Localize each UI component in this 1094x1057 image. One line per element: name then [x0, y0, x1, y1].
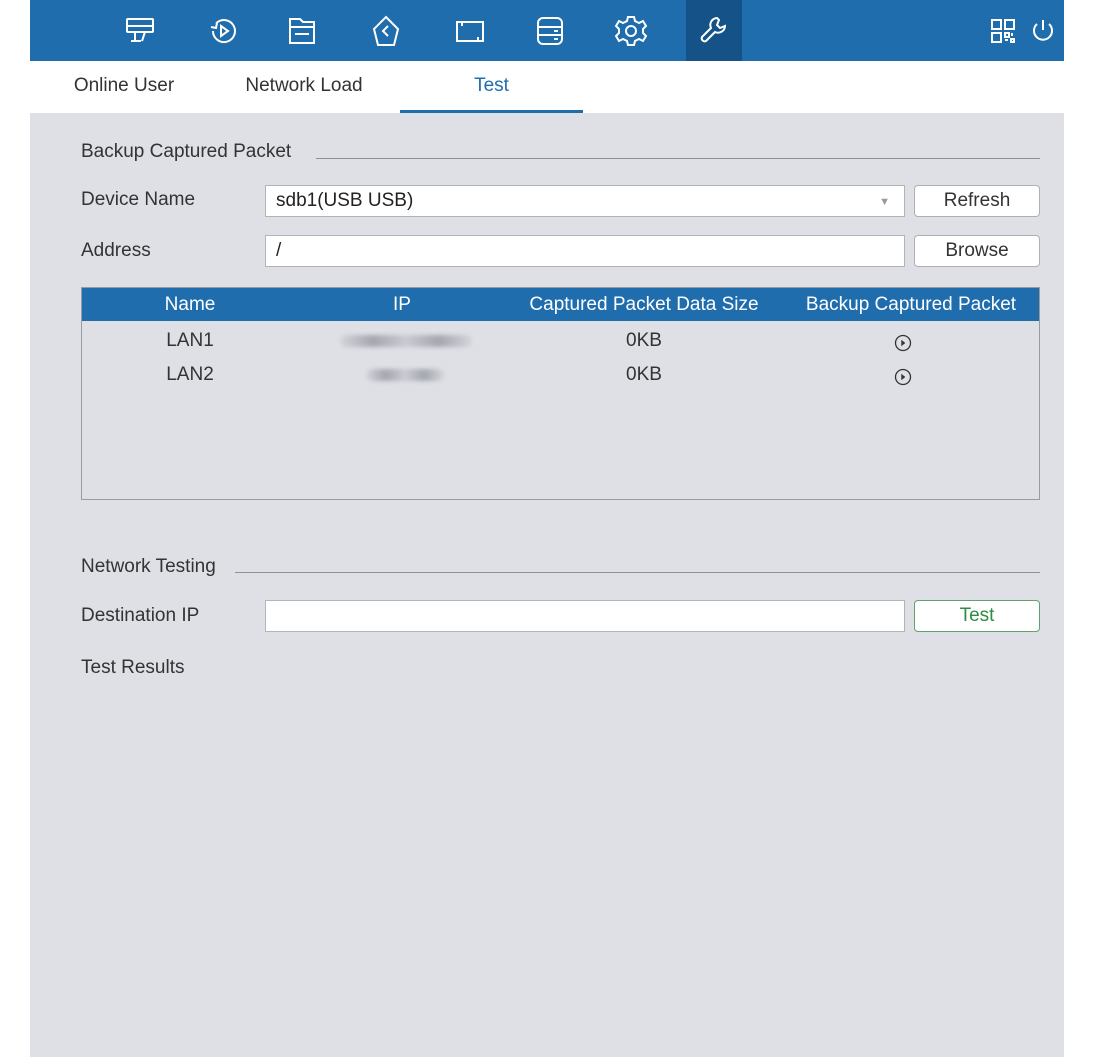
browse-button[interactable]: Browse — [914, 235, 1040, 267]
destination-ip-label: Destination IP — [81, 605, 200, 626]
live-view-icon[interactable] — [112, 0, 168, 61]
playback-icon[interactable] — [196, 0, 252, 61]
backup-play-icon[interactable] — [894, 368, 912, 386]
test-results-label: Test Results — [81, 657, 185, 678]
header-backup: Backup Captured Packet — [805, 294, 1017, 315]
settings-icon[interactable] — [603, 0, 659, 61]
backup-play-icon[interactable] — [894, 334, 912, 352]
header-data-size: Captured Packet Data Size — [529, 294, 759, 315]
ip-address-redacted — [340, 335, 472, 347]
power-icon[interactable] — [1015, 0, 1071, 61]
address-value: / — [276, 240, 282, 261]
row-data-size: 0KB — [626, 364, 662, 385]
refresh-button[interactable]: Refresh — [914, 185, 1040, 217]
file-icon[interactable] — [274, 0, 330, 61]
header-ip: IP — [393, 294, 411, 315]
top-navigation-bar — [30, 0, 1064, 61]
maintenance-icon[interactable] — [686, 0, 742, 61]
ip-address-redacted — [366, 369, 444, 381]
captured-packet-table: Name IP Captured Packet Data Size Backup… — [81, 287, 1040, 500]
row-name: LAN2 — [166, 364, 214, 385]
smart-icon[interactable] — [358, 0, 414, 61]
backup-section-title: Backup Captured Packet — [81, 141, 292, 162]
dropdown-arrow-icon: ▼ — [879, 196, 890, 208]
content-panel: Backup Captured Packet Device Name sdb1(… — [30, 113, 1064, 1057]
section-divider — [235, 572, 1040, 573]
address-field[interactable]: / — [265, 235, 905, 267]
address-label: Address — [81, 240, 151, 261]
row-data-size: 0KB — [626, 330, 662, 351]
header-name: Name — [164, 294, 216, 315]
device-name-label: Device Name — [81, 189, 196, 210]
storage-icon[interactable] — [522, 0, 578, 61]
network-testing-title: Network Testing — [81, 556, 216, 577]
device-name-dropdown[interactable]: sdb1(USB USB) ▼ — [265, 185, 905, 217]
channel-icon[interactable] — [442, 0, 498, 61]
tab-network-load[interactable]: Network Load — [234, 73, 374, 113]
device-name-value: sdb1(USB USB) — [276, 190, 414, 211]
test-button[interactable]: Test — [914, 600, 1040, 632]
section-divider — [316, 158, 1040, 159]
row-name: LAN1 — [166, 330, 214, 351]
destination-ip-input[interactable] — [265, 600, 905, 632]
tab-online-user[interactable]: Online User — [64, 73, 184, 113]
tab-bar: Online User Network Load Test — [30, 61, 1064, 113]
tab-test[interactable]: Test — [400, 73, 583, 113]
table-header: Name IP Captured Packet Data Size Backup… — [82, 288, 1039, 321]
